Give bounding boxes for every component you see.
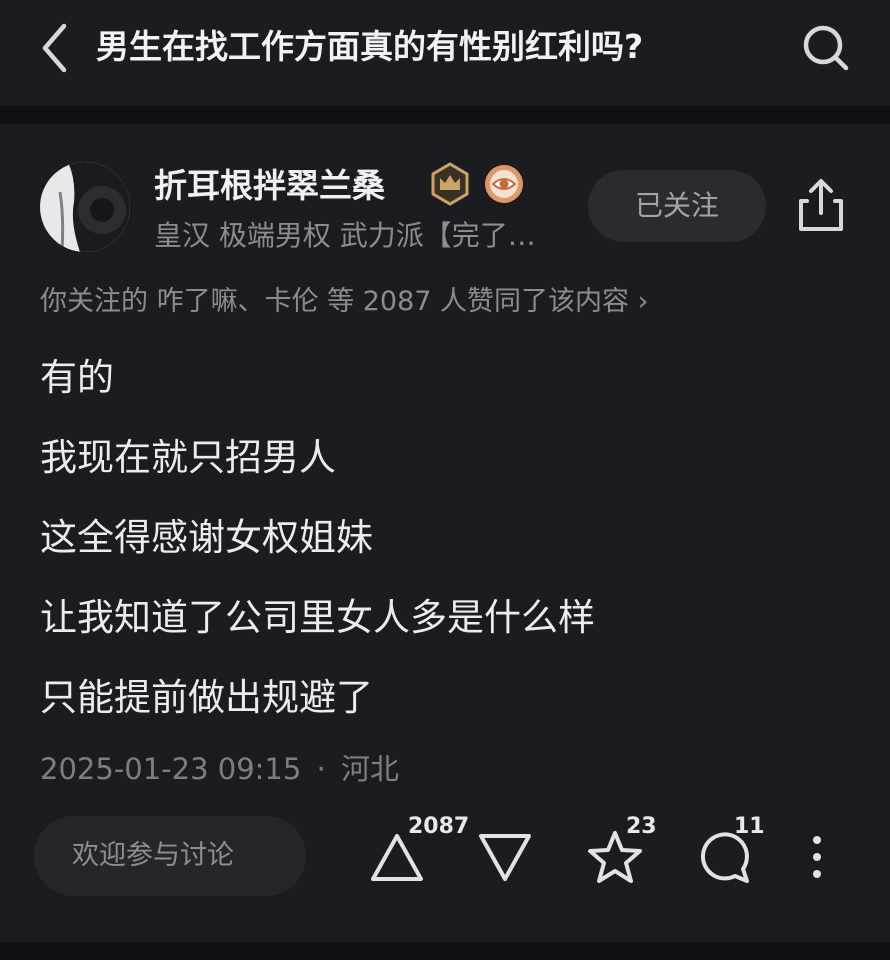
avatar-image	[40, 162, 130, 252]
comment-count: 11	[734, 814, 765, 839]
content-line: 这全得感谢女权姐妹	[40, 516, 373, 559]
comment-input[interactable]: 欢迎参与讨论	[34, 816, 306, 896]
avatar[interactable]	[40, 162, 130, 252]
content-line: 只能提前做出规避了	[40, 676, 373, 719]
content-line: 有的	[40, 356, 114, 399]
share-icon	[799, 179, 843, 231]
search-icon	[803, 25, 849, 71]
page-title: 男生在找工作方面真的有性别红利吗?	[96, 27, 644, 66]
favorite-count: 23	[626, 814, 657, 839]
more-button[interactable]	[800, 824, 834, 890]
back-button[interactable]	[30, 18, 80, 78]
content-line: 我现在就只招男人	[40, 436, 336, 479]
back-icon	[42, 23, 67, 73]
location: 河北	[340, 752, 399, 786]
author-bio: 皇汉 极端男权 武力派【完了…	[154, 219, 536, 252]
eye-badge-icon[interactable]	[482, 162, 526, 206]
meta-separator: ·	[316, 752, 326, 786]
follow-button[interactable]: 已关注	[588, 170, 766, 242]
post-meta: 2025-01-23 09:15 · 河北	[40, 746, 399, 792]
search-button[interactable]	[796, 18, 856, 78]
upvote-count: 2087	[408, 814, 470, 839]
upvote-info-link[interactable]: 你关注的 咋了嘛、卡伦 等 2087 人赞同了该内容 ›	[40, 282, 648, 322]
share-button[interactable]	[790, 172, 852, 238]
downvote-icon	[479, 834, 531, 881]
answer-content: 有的 我现在就只招男人 这全得感谢女权姐妹 让我知道了公司里女人多是什么样 只能…	[40, 338, 850, 738]
top-bar: 男生在找工作方面真的有性别红利吗?	[0, 0, 890, 106]
timestamp: 2025-01-23 09:15	[40, 752, 302, 786]
answer-card: 折耳根拌翠兰桑 皇汉 极端男权 武力派【完了… 已关注 你关注的 咋了嘛、卡伦 …	[0, 124, 890, 942]
crown-badge-icon[interactable]	[428, 162, 472, 206]
more-icon	[813, 836, 821, 878]
author-name[interactable]: 折耳根拌翠兰桑	[154, 164, 385, 208]
downvote-button[interactable]	[474, 824, 536, 890]
content-line: 让我知道了公司里女人多是什么样	[40, 596, 595, 639]
